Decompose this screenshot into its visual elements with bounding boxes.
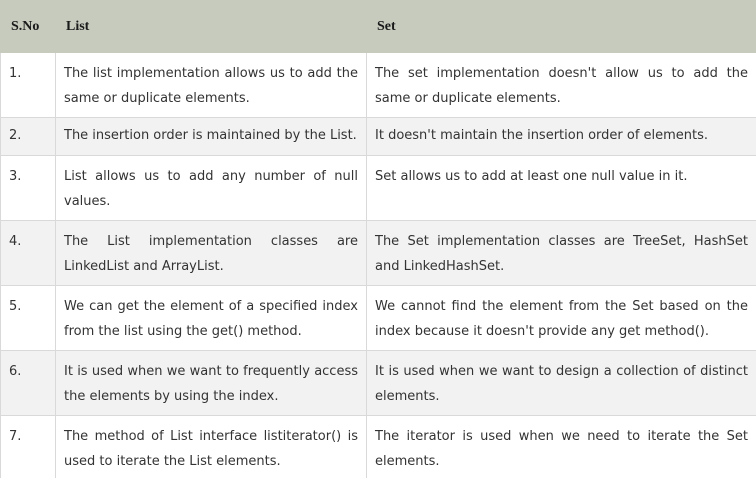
cell-sno: 5. [0, 285, 56, 351]
header-set: Set [366, 0, 756, 53]
table-body: 1. The list implementation allows us to … [0, 52, 756, 478]
cell-list: We can get the element of a specified in… [55, 285, 367, 351]
cell-list: The insertion order is maintained by the… [55, 117, 367, 156]
cell-sno: 6. [0, 350, 56, 416]
cell-list: List allows us to add any number of null… [55, 155, 367, 221]
table-row: 1. The list implementation allows us to … [0, 52, 756, 118]
table-row: 3. List allows us to add any number of n… [0, 155, 756, 221]
cell-sno: 2. [0, 117, 56, 156]
cell-list: It is used when we want to frequently ac… [55, 350, 367, 416]
cell-sno: 1. [0, 52, 56, 118]
comparison-table: S.No List Set 1. The list implementation… [0, 0, 756, 478]
table-row: 7. The method of List interface listiter… [0, 415, 756, 478]
cell-set: We cannot find the element from the Set … [366, 285, 756, 351]
header-row: S.No List Set [0, 0, 756, 53]
cell-set: The iterator is used when we need to ite… [366, 415, 756, 478]
table-row: 2. The insertion order is maintained by … [0, 117, 756, 156]
cell-set: It is used when we want to design a coll… [366, 350, 756, 416]
header-sno: S.No [0, 0, 56, 53]
cell-set: Set allows us to add at least one null v… [366, 155, 756, 221]
table-header: S.No List Set [0, 0, 756, 53]
cell-list: The method of List interface listiterato… [55, 415, 367, 478]
cell-list: The List implementation classes are Link… [55, 220, 367, 286]
cell-list: The list implementation allows us to add… [55, 52, 367, 118]
cell-sno: 3. [0, 155, 56, 221]
cell-set: The Set implementation classes are TreeS… [366, 220, 756, 286]
cell-set: The set implementation doesn't allow us … [366, 52, 756, 118]
cell-sno: 7. [0, 415, 56, 478]
cell-set: It doesn't maintain the insertion order … [366, 117, 756, 156]
table-row: 4. The List implementation classes are L… [0, 220, 756, 286]
table-row: 5. We can get the element of a specified… [0, 285, 756, 351]
cell-sno: 4. [0, 220, 56, 286]
table-row: 6. It is used when we want to frequently… [0, 350, 756, 416]
header-list: List [55, 0, 367, 53]
